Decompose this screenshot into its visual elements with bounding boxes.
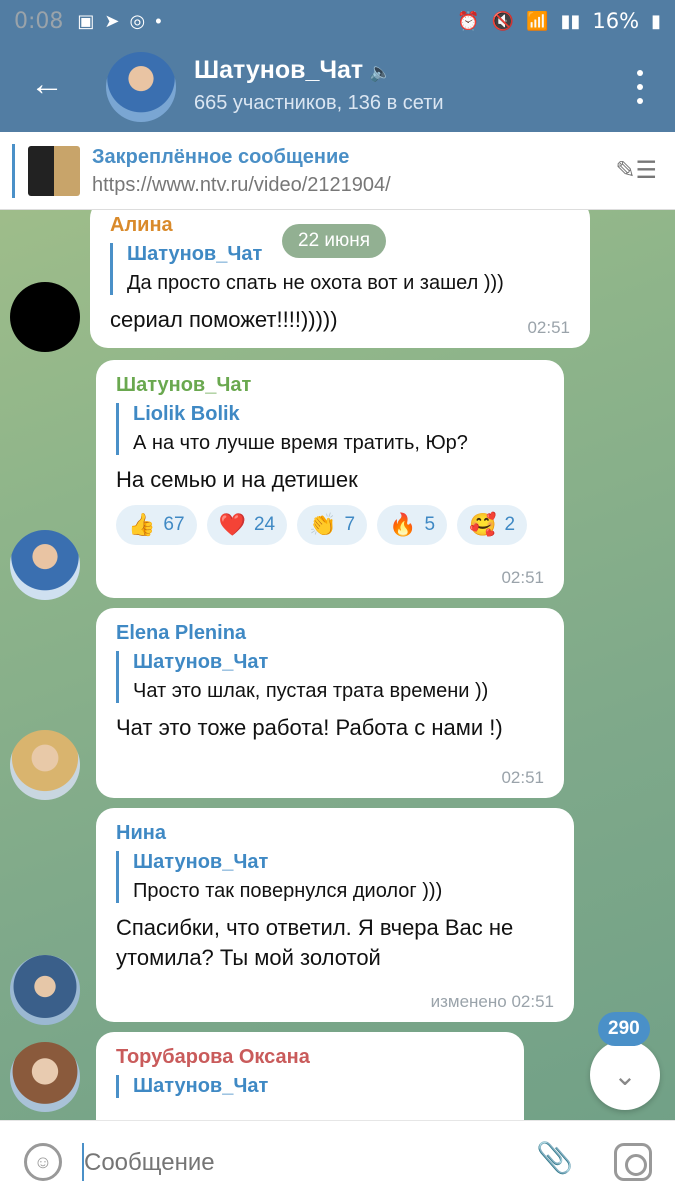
- message-bubble[interactable]: Торубарова Оксана Шатунов_Чат: [96, 1032, 524, 1120]
- reply-text: А на что лучше время тратить, Юр?: [133, 432, 468, 454]
- more-menu-icon[interactable]: [635, 70, 645, 104]
- message-feed[interactable]: Алина Шатунов_Чат Да просто спать не охо…: [0, 210, 675, 1120]
- camera-icon[interactable]: [614, 1143, 652, 1181]
- message-time: изменено 02:51: [430, 992, 554, 1011]
- instagram-icon: ◎: [129, 10, 146, 31]
- reply-author: Шатунов_Чат: [133, 651, 269, 673]
- pinned-link[interactable]: https://www.ntv.ru/video/2121904/: [92, 174, 391, 197]
- signal-icon: ▮▮: [560, 10, 581, 31]
- unread-count-badge: 290: [598, 1012, 650, 1046]
- reaction-fire[interactable]: 🔥 5: [377, 505, 448, 545]
- avatar[interactable]: [10, 530, 80, 600]
- battery-icon: ▮: [651, 10, 661, 31]
- chat-title[interactable]: Шатунов_Чат 🔈: [194, 56, 392, 85]
- unpin-list-icon[interactable]: ✎☰: [615, 156, 657, 185]
- chevron-down-icon: ⌄: [613, 1059, 637, 1091]
- dot-icon: •: [155, 10, 162, 31]
- thumbs-up-icon: 👍: [128, 512, 156, 537]
- pinned-indicator: [12, 144, 15, 198]
- chat-header: ← Шатунов_Чат 🔈 665 участников, 136 в сет…: [0, 42, 675, 132]
- mute-icon: 🔇: [491, 10, 515, 31]
- reaction-count: 7: [344, 514, 356, 535]
- reply-text: Просто так повернулся диолог ))): [133, 880, 443, 902]
- gallery-icon: ▣: [77, 10, 95, 31]
- muted-icon: 🔈: [369, 62, 392, 82]
- message-time: 02:51: [527, 318, 570, 337]
- reaction-clap[interactable]: 👏 7: [297, 505, 368, 545]
- chat-subtitle: 665 участников, 136 в сети: [194, 92, 444, 114]
- chat-title-text: Шатунов_Чат: [194, 56, 364, 84]
- reply-text: Да просто спать не охота вот и зашел ))): [127, 272, 504, 294]
- message-text: Чат это тоже работа! Работа с нами !): [116, 715, 503, 740]
- reply-quote[interactable]: Шатунов_Чат: [116, 1075, 502, 1098]
- reaction-count: 5: [424, 514, 436, 535]
- message-author: Elena Plenina: [116, 622, 247, 644]
- message-input[interactable]: [84, 1141, 504, 1185]
- message-author: Шатунов_Чат: [116, 374, 252, 396]
- avatar[interactable]: [10, 1042, 80, 1112]
- reaction-thumbs-up[interactable]: 👍 67: [116, 505, 197, 545]
- reply-quote[interactable]: Liolik Bolik А на что лучше время тратит…: [116, 403, 542, 455]
- reply-author: Liolik Bolik: [133, 403, 240, 425]
- reply-quote[interactable]: Шатунов_Чат Чат это шлак, пустая трата в…: [116, 651, 542, 703]
- reaction-count: 24: [253, 514, 276, 535]
- message-bubble[interactable]: Elena Plenina Шатунов_Чат Чат это шлак, …: [96, 608, 564, 798]
- fire-icon: 🔥: [389, 512, 417, 537]
- reactions-row: 👍 67 ❤️ 24 👏 7 🔥 5 🥰 2: [116, 505, 542, 545]
- message-bubble[interactable]: Шатунов_Чат Liolik Bolik А на что лучше …: [96, 360, 564, 598]
- reply-text: Чат это шлак, пустая трата времени )): [133, 680, 489, 702]
- message-time: 02:51: [501, 568, 544, 587]
- reply-quote[interactable]: Шатунов_Чат Просто так повернулся диолог…: [116, 851, 552, 903]
- reply-author: Шатунов_Чат: [133, 1075, 269, 1097]
- smiling-hearts-icon: 🥰: [469, 512, 497, 537]
- avatar[interactable]: [10, 955, 80, 1025]
- chat-avatar[interactable]: [106, 52, 176, 122]
- status-notification-icons: ▣ ➤ ◎ •: [77, 11, 161, 32]
- reply-author: Шатунов_Чат: [133, 851, 269, 873]
- reaction-heart[interactable]: ❤️ 24: [206, 505, 288, 545]
- reaction-love[interactable]: 🥰 2: [457, 505, 528, 545]
- avatar[interactable]: [10, 730, 80, 800]
- pinned-message-bar[interactable]: Закреплённое сообщение https://www.ntv.r…: [0, 132, 675, 210]
- pinned-title: Закреплённое сообщение: [92, 146, 350, 168]
- status-system-icons: ⏰ 🔇 📶 ▮▮ 16% ▮: [457, 9, 661, 33]
- date-chip: 22 июня: [282, 224, 387, 258]
- wifi-icon: 📶: [526, 10, 549, 31]
- pinned-thumbnail: [28, 146, 80, 196]
- message-author: Нина: [116, 822, 166, 844]
- message-time: 02:51: [501, 768, 544, 787]
- message-bubble[interactable]: Нина Шатунов_Чат Просто так повернулся д…: [96, 808, 574, 1022]
- emoji-icon[interactable]: ☺: [24, 1143, 62, 1181]
- telegram-icon: ➤: [104, 10, 120, 31]
- avatar[interactable]: [10, 282, 80, 352]
- alarm-icon: ⏰: [457, 10, 480, 31]
- battery-level: 16%: [592, 9, 640, 33]
- reaction-count: 2: [504, 514, 516, 535]
- clap-icon: 👏: [309, 512, 337, 537]
- back-arrow-icon[interactable]: ←: [30, 66, 66, 102]
- message-text: На семью и на детишек: [116, 467, 358, 492]
- message-author: Торубарова Оксана: [116, 1046, 310, 1068]
- message-composer: ☺ 📎: [0, 1120, 675, 1200]
- scroll-down-button[interactable]: ⌄: [590, 1040, 660, 1110]
- message-text: Спасибки, что ответил. Я вчера Вас не ут…: [116, 915, 514, 970]
- reaction-count: 67: [163, 514, 185, 535]
- attach-paperclip-icon[interactable]: 📎: [536, 1141, 573, 1176]
- status-bar: 0:08 ▣ ➤ ◎ • ⏰ 🔇 📶 ▮▮ 16% ▮: [0, 0, 675, 42]
- message-text: сериал поможет!!!!))))): [110, 307, 338, 332]
- heart-icon: ❤️: [218, 512, 246, 537]
- status-time: 0:08: [14, 8, 64, 34]
